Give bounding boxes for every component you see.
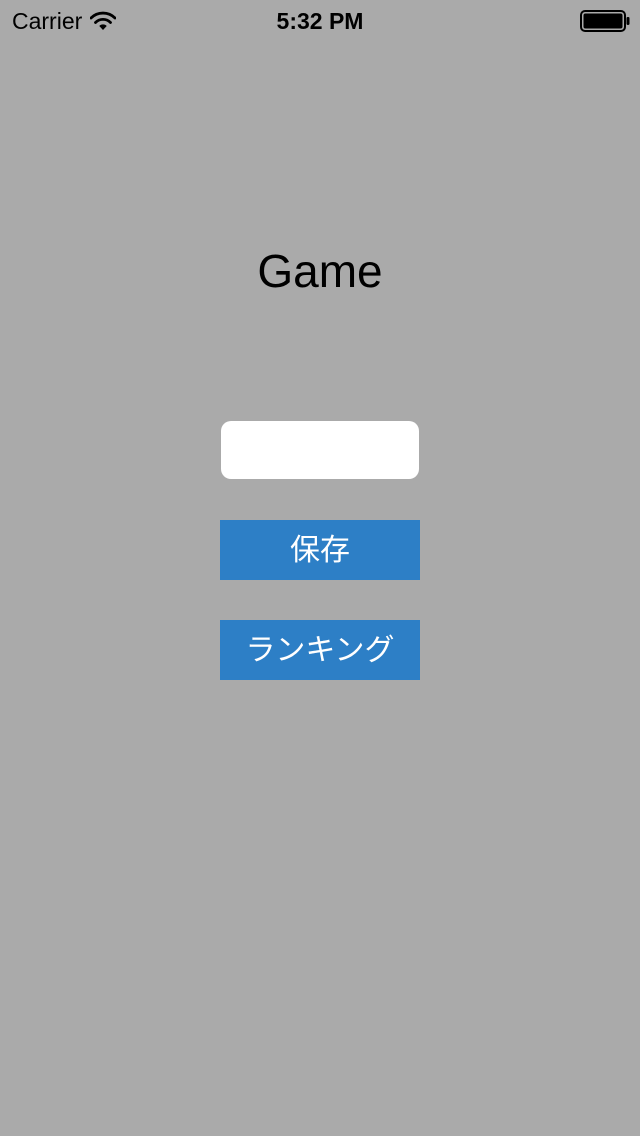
page-title: Game: [257, 245, 383, 297]
ranking-button[interactable]: ランキング: [220, 620, 420, 680]
save-button[interactable]: 保存: [220, 520, 420, 580]
status-time: 5:32 PM: [276, 8, 364, 34]
battery-icon: [580, 10, 630, 32]
status-bar: Carrier 5:32 PM: [0, 0, 640, 40]
name-input[interactable]: [221, 421, 419, 479]
